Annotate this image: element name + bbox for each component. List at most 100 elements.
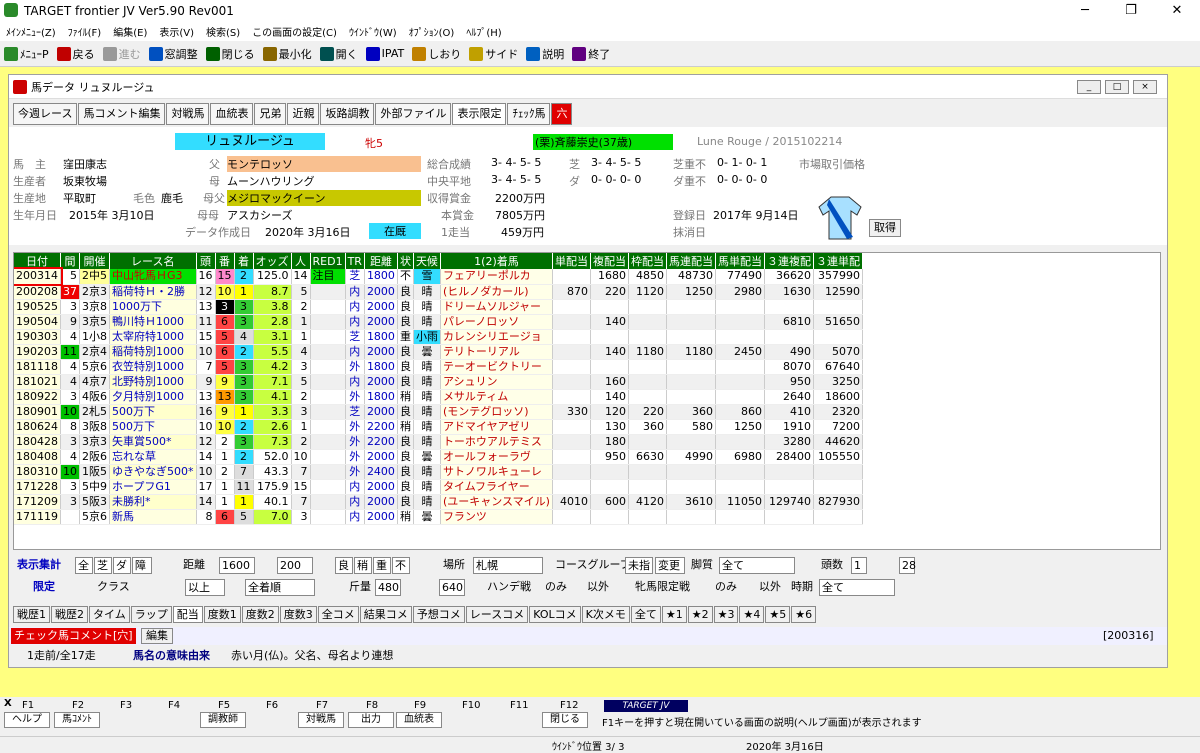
- bottom-tab-2[interactable]: タイム: [89, 606, 130, 623]
- tab-9[interactable]: ﾁｪｯｸ馬: [507, 103, 551, 125]
- filter-all[interactable]: 全て: [719, 557, 795, 574]
- filter-place[interactable]: 札幌: [473, 557, 543, 574]
- bottom-tab-1[interactable]: 戦歴2: [51, 606, 88, 623]
- bottom-tab-14[interactable]: 全て: [630, 606, 661, 623]
- table-row[interactable]: 181118 4 5京6 衣笠特別1000 7 5 3 4.2 3 外 1800 良晴テーオービクトリ…: [14, 359, 863, 375]
- filter-igai[interactable]: 以外: [585, 579, 611, 596]
- fkey-button-4[interactable]: 調教師: [200, 712, 246, 728]
- column-header-0[interactable]: 日付: [14, 253, 61, 269]
- table-row[interactable]: 171119 5京6 新馬 8 6 5 7.0 3 内 2000 稍曇フランツ: [14, 509, 863, 525]
- column-header-5[interactable]: 番: [215, 253, 235, 269]
- filter-k1[interactable]: 1600: [219, 557, 255, 574]
- column-header-14[interactable]: 1(2)着馬: [440, 253, 553, 269]
- bottom-tab-4[interactable]: 配当: [172, 606, 203, 623]
- bottom-tab-16[interactable]: ★2: [687, 606, 713, 623]
- filter-zen[interactable]: 全: [75, 557, 93, 574]
- column-header-4[interactable]: 頭: [196, 253, 216, 269]
- toolbar-button-4[interactable]: 閉じる: [202, 43, 259, 65]
- table-row[interactable]: 190525 3 3京8 1000万下 13 3 3 3.8 2 内 2000 良晴ドリームソルジャー: [14, 299, 863, 315]
- minimize-button[interactable]: ─: [1062, 0, 1108, 22]
- toolbar-button-2[interactable]: 進む: [99, 43, 145, 65]
- column-header-8[interactable]: 人: [291, 253, 311, 269]
- toolbar-button-11[interactable]: 終了: [568, 43, 614, 65]
- toolbar-button-6[interactable]: 開く: [316, 43, 362, 65]
- filter-kyakushitsu[interactable]: 脚質: [689, 557, 715, 574]
- menu-item-4[interactable]: 検索(S): [200, 24, 246, 39]
- edit-button[interactable]: 編集: [141, 628, 173, 644]
- toolbar-button-5[interactable]: 最小化: [259, 43, 316, 65]
- column-header-9[interactable]: RED1: [310, 253, 346, 269]
- filter-mi[interactable]: 未指: [625, 557, 653, 574]
- column-header-2[interactable]: 開催: [79, 253, 110, 269]
- filter-kyori[interactable]: 距離: [181, 557, 207, 574]
- maximize-button[interactable]: ❐: [1108, 0, 1154, 22]
- bottom-tab-20[interactable]: ★6: [791, 606, 817, 623]
- tab-1[interactable]: 馬コメント編集: [78, 103, 166, 125]
- column-header-16[interactable]: 複配当: [590, 253, 629, 269]
- column-header-7[interactable]: オッズ: [253, 253, 292, 269]
- column-header-21[interactable]: ３連単配: [813, 253, 863, 269]
- filter-kinryo[interactable]: 斤量: [347, 579, 373, 596]
- tab-0[interactable]: 今週レース: [13, 103, 78, 125]
- bottom-tab-12[interactable]: KOLコメ: [529, 606, 581, 623]
- filter-gentei[interactable]: 限定: [31, 579, 57, 596]
- column-header-18[interactable]: 馬連配当: [666, 253, 716, 269]
- table-row[interactable]: 200208 37 2京3 稲荷特Ｈ・2勝 12 10 1 8.7 5 内 2000 良晴 (ヒルノダカ…: [14, 284, 863, 300]
- bottom-tab-19[interactable]: ★5: [765, 606, 791, 623]
- bottom-tab-5[interactable]: 度数1: [203, 606, 241, 623]
- bottom-tab-17[interactable]: ★3: [713, 606, 739, 623]
- filter-tosu[interactable]: 頭数: [819, 557, 845, 574]
- tab-10[interactable]: 六: [551, 103, 573, 125]
- filter-fu[interactable]: 不: [392, 557, 410, 574]
- bottom-tab-8[interactable]: 全コメ: [317, 606, 359, 623]
- column-header-1[interactable]: 間: [60, 253, 80, 269]
- filter-igai2[interactable]: 以外: [757, 579, 783, 596]
- table-row[interactable]: 180624 8 3阪8 500万下 10 10 2 2.6 1 外 2200 稍晴アドマイヤアゼリ 1…: [14, 419, 863, 435]
- fkey-button-1[interactable]: 馬ｺﾒﾝﾄ: [54, 712, 100, 728]
- bottom-tab-15[interactable]: ★1: [661, 606, 687, 623]
- filter-henko[interactable]: 変更: [655, 557, 685, 574]
- menu-item-3[interactable]: 表示(V): [153, 24, 200, 39]
- acquire-button[interactable]: 取得: [869, 219, 901, 237]
- filter-t2[interactable]: 28: [899, 557, 916, 574]
- race-history-grid[interactable]: 日付間開催 レース名頭番着オッズ人 RED1 TR 距離状天候 1(2)着馬 単配当 複配当枠…: [13, 252, 1161, 550]
- bottom-tab-11[interactable]: レースコメ: [465, 606, 529, 623]
- table-row[interactable]: 180310 10 1阪5 ゆきやなぎ500* 10 2 7 43.3 7 外 2400 良晴サトノワ…: [14, 464, 863, 480]
- tab-6[interactable]: 坂路調教: [320, 103, 375, 125]
- filter-da[interactable]: ダ: [113, 557, 131, 574]
- toolbar-button-3[interactable]: 窓調整: [145, 43, 202, 65]
- bottom-tab-18[interactable]: ★4: [739, 606, 765, 623]
- table-row[interactable]: 181021 4 4京7 北野特別1000 9 9 3 7.1 5 内 2000 良晴アシュリン 160…: [14, 374, 863, 390]
- table-row[interactable]: 180901 10 2札5 500万下 16 9 1 3.3 3 芝 2000 良晴 (モンテグロッソ)…: [14, 404, 863, 420]
- table-row[interactable]: 180408 4 2阪6 忘れな草 14 1 2 52.0 10 外 2000 良曇オールフォーラヴ 9…: [14, 449, 863, 465]
- filter-yaya[interactable]: 稍: [354, 557, 372, 574]
- filter-hinba[interactable]: 牝馬限定戦: [633, 579, 692, 596]
- filter-k2[interactable]: 200: [277, 557, 313, 574]
- filter-nomi[interactable]: のみ: [543, 579, 569, 596]
- column-header-11[interactable]: 距離: [364, 253, 398, 269]
- column-header-19[interactable]: 馬単配当: [715, 253, 765, 269]
- window-minimize-button[interactable]: _: [1077, 80, 1101, 94]
- filter-omo[interactable]: 重: [373, 557, 391, 574]
- menu-item-5[interactable]: この画面の設定(C): [246, 24, 343, 39]
- toolbar-button-9[interactable]: サイド: [465, 43, 522, 65]
- filter-chakujun[interactable]: 全着順: [245, 579, 315, 596]
- column-header-17[interactable]: 枠配当: [628, 253, 667, 269]
- column-header-6[interactable]: 着: [234, 253, 254, 269]
- toolbar-button-10[interactable]: 説明: [522, 43, 568, 65]
- filter-handi[interactable]: ハンデ戦: [485, 579, 533, 596]
- close-button[interactable]: ✕: [1154, 0, 1200, 22]
- filter-all2[interactable]: 全て: [819, 579, 895, 596]
- filter-sho[interactable]: 障: [132, 557, 152, 574]
- bottom-tab-13[interactable]: K次メモ: [581, 606, 630, 623]
- bottom-tab-6[interactable]: 度数2: [241, 606, 279, 623]
- filter-course[interactable]: コースグループ: [553, 557, 633, 574]
- window-restore-button[interactable]: □: [1105, 80, 1129, 94]
- filter-hyoji[interactable]: 表示集計: [15, 557, 63, 574]
- filter-nomi2[interactable]: のみ: [713, 579, 739, 596]
- column-header-12[interactable]: 状: [397, 253, 414, 269]
- menu-item-8[interactable]: ﾍﾙﾌﾟ(H): [460, 24, 507, 39]
- column-header-15[interactable]: 単配当: [552, 253, 591, 269]
- column-header-3[interactable]: レース名: [109, 253, 197, 269]
- filter-ryo[interactable]: 良: [335, 557, 353, 574]
